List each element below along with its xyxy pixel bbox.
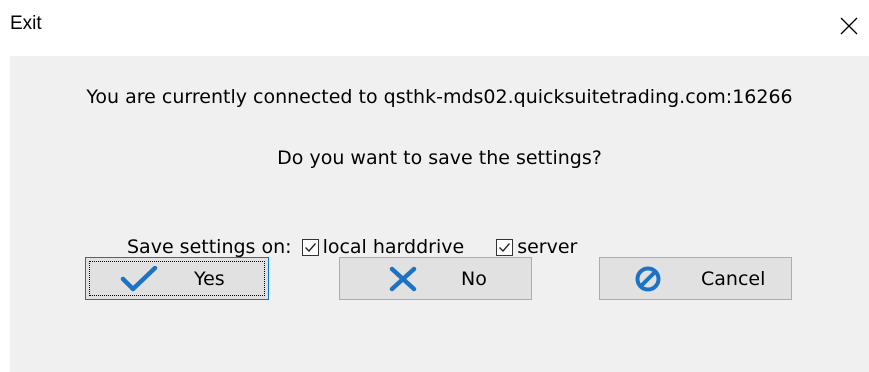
server-checkbox[interactable]: server (496, 236, 577, 258)
connection-message: You are currently connected to qsthk-mds… (86, 86, 793, 108)
dialog-body: You are currently connected to qsthk-mds… (10, 56, 869, 372)
exit-dialog: Exit You are currently connected to qsth… (0, 0, 869, 372)
no-button[interactable]: No (339, 257, 532, 300)
yes-label: Yes (194, 267, 225, 290)
yes-button[interactable]: Yes (85, 257, 269, 300)
prohibited-icon (634, 258, 662, 299)
cancel-label: Cancel (701, 267, 766, 290)
x-icon (388, 258, 418, 299)
no-label: No (461, 267, 487, 290)
checkmark-icon (499, 242, 511, 252)
close-button[interactable] (829, 6, 869, 46)
local-harddrive-checkbox[interactable]: local harddrive (301, 236, 465, 258)
checkbox-box[interactable] (496, 238, 514, 256)
server-label: server (517, 236, 578, 258)
close-icon (840, 17, 858, 35)
checkmark-icon (304, 242, 316, 252)
title-bar: Exit (0, 0, 869, 56)
save-settings-label: Save settings on: (127, 236, 292, 258)
local-harddrive-label: local harddrive (322, 236, 465, 258)
save-question: Do you want to save the settings? (277, 147, 602, 169)
cancel-button[interactable]: Cancel (599, 257, 792, 300)
dialog-title: Exit (10, 13, 42, 34)
checkmark-icon (120, 258, 158, 299)
checkbox-box[interactable] (301, 238, 319, 256)
